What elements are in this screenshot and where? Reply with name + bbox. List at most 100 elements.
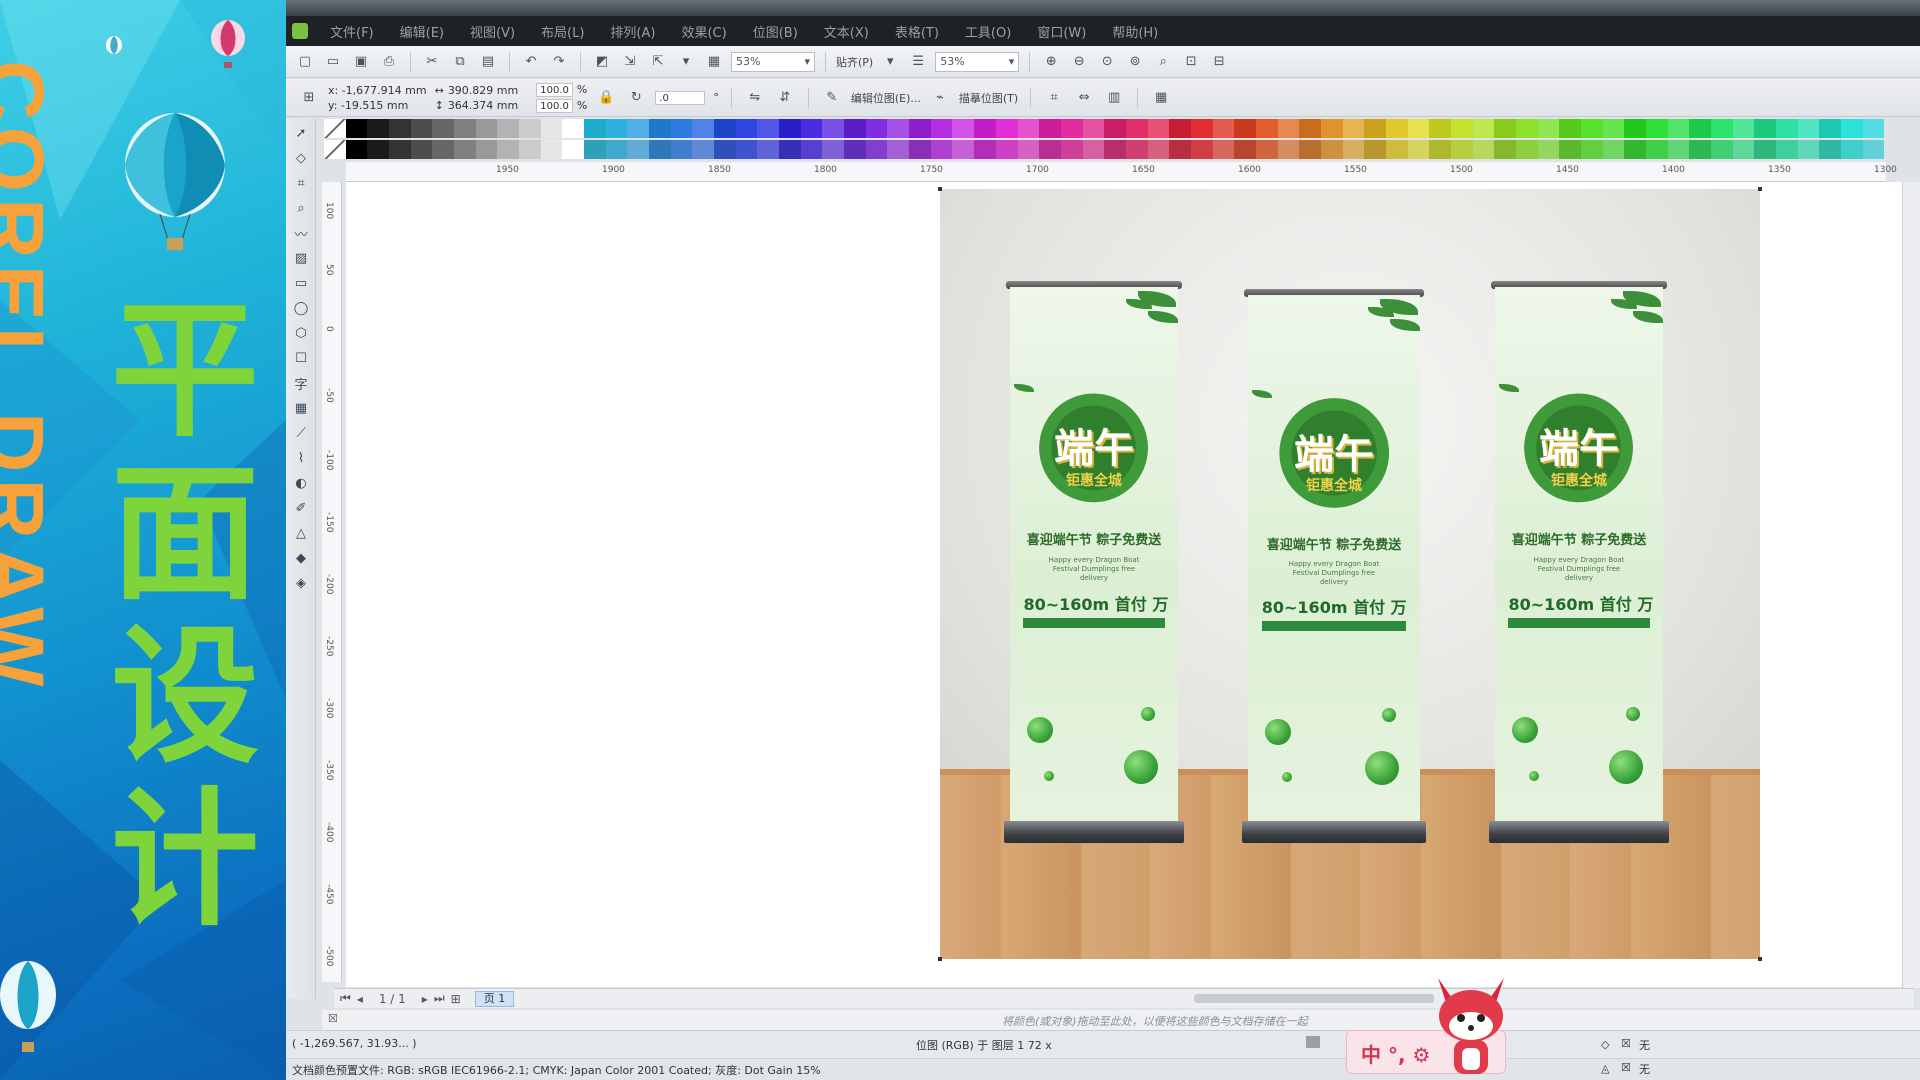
color-swatch[interactable] bbox=[1039, 119, 1061, 138]
basic-shapes-icon[interactable]: ☐ bbox=[290, 347, 312, 369]
color-swatch[interactable] bbox=[1429, 119, 1451, 138]
color-swatch[interactable] bbox=[1255, 140, 1278, 159]
resample-icon[interactable]: ⇔ bbox=[1073, 87, 1095, 109]
welcome-screen-icon[interactable]: ▦ bbox=[703, 51, 725, 73]
redo-icon[interactable]: ↷ bbox=[548, 51, 570, 73]
color-swatch[interactable] bbox=[562, 119, 585, 138]
color-swatch[interactable] bbox=[497, 140, 520, 159]
color-swatch[interactable] bbox=[475, 119, 498, 138]
color-swatch[interactable] bbox=[822, 119, 845, 138]
prev-page-icon[interactable]: ◂ bbox=[357, 992, 363, 1006]
color-swatch[interactable] bbox=[1450, 119, 1473, 138]
menu-edit[interactable]: 编辑(E) bbox=[400, 22, 444, 41]
color-swatch[interactable] bbox=[1082, 140, 1105, 159]
color-swatch[interactable] bbox=[670, 140, 693, 159]
color-swatch[interactable] bbox=[1624, 119, 1646, 138]
mirror-horizontal-icon[interactable]: ⇋ bbox=[744, 87, 766, 109]
color-swatch[interactable] bbox=[1776, 119, 1798, 138]
color-swatch[interactable] bbox=[735, 119, 758, 138]
menu-table[interactable]: 表格(T) bbox=[895, 22, 939, 41]
color-swatch[interactable] bbox=[865, 140, 888, 159]
pick-tool-icon[interactable]: ➚ bbox=[290, 122, 312, 144]
height-field[interactable]: 364.374 mm bbox=[448, 99, 518, 112]
drawing-canvas[interactable]: 端午 钜惠全城 喜迎端午节 粽子免费送 Happy every Dragon Boat… bbox=[346, 182, 1906, 987]
color-swatch[interactable] bbox=[822, 140, 845, 159]
color-swatch[interactable] bbox=[714, 119, 736, 138]
color-swatch[interactable] bbox=[540, 140, 563, 159]
trace-bitmap-button[interactable]: 描摹位图(T) bbox=[959, 90, 1018, 106]
zoom-all-icon[interactable]: ⊚ bbox=[1124, 51, 1146, 73]
color-swatch[interactable] bbox=[692, 140, 715, 159]
color-swatch[interactable] bbox=[995, 119, 1018, 138]
rotate-icon[interactable]: ↻ bbox=[625, 87, 647, 109]
lock-ratio-icon[interactable]: 🔒 bbox=[595, 87, 617, 109]
color-swatch[interactable] bbox=[497, 119, 520, 138]
color-swatch[interactable] bbox=[1450, 140, 1473, 159]
zoom-out-icon[interactable]: ⊖ bbox=[1068, 51, 1090, 73]
color-swatch[interactable] bbox=[649, 119, 671, 138]
scale-height-field[interactable]: 100.0 bbox=[536, 98, 573, 113]
color-swatch[interactable] bbox=[1841, 119, 1863, 138]
color-profile-info[interactable]: 文档颜色预置文件: RGB: sRGB IEC61966-2.1; CMYK: … bbox=[292, 1062, 821, 1078]
menu-help[interactable]: 帮助(H) bbox=[1112, 22, 1158, 41]
color-swatch[interactable] bbox=[692, 119, 715, 138]
color-swatch[interactable] bbox=[1277, 119, 1300, 138]
color-swatch[interactable] bbox=[1407, 119, 1430, 138]
connector-tool-icon[interactable]: ⌇ bbox=[290, 447, 312, 469]
selection-handle[interactable] bbox=[938, 957, 942, 961]
color-swatch[interactable] bbox=[1645, 119, 1668, 138]
color-swatch[interactable] bbox=[1841, 140, 1863, 159]
color-swatch[interactable] bbox=[627, 119, 650, 138]
color-swatch[interactable] bbox=[1125, 140, 1148, 159]
color-swatch[interactable] bbox=[865, 119, 888, 138]
color-swatch[interactable] bbox=[432, 119, 455, 138]
color-swatch[interactable] bbox=[1234, 140, 1256, 159]
zoom-in-icon[interactable]: ⊕ bbox=[1040, 51, 1062, 73]
color-swatch[interactable] bbox=[1299, 119, 1321, 138]
color-swatch[interactable] bbox=[1320, 119, 1343, 138]
color-swatch[interactable] bbox=[1212, 140, 1235, 159]
color-swatch[interactable] bbox=[1515, 119, 1538, 138]
color-swatch[interactable] bbox=[389, 119, 411, 138]
scale-width-field[interactable]: 100.0 bbox=[536, 82, 573, 97]
color-swatch[interactable] bbox=[887, 119, 910, 138]
y-position-field[interactable]: y: -19.515 mm bbox=[328, 99, 408, 112]
color-swatch[interactable] bbox=[367, 140, 390, 159]
color-swatch[interactable] bbox=[930, 119, 953, 138]
zoom-level-select-2[interactable]: 53% ▾ bbox=[935, 51, 1020, 72]
color-swatch[interactable] bbox=[454, 119, 476, 138]
color-swatch[interactable] bbox=[1819, 140, 1842, 159]
add-page-icon[interactable]: ⊞ bbox=[451, 992, 461, 1006]
color-swatch[interactable] bbox=[562, 140, 585, 159]
color-swatch[interactable] bbox=[1255, 119, 1278, 138]
color-swatch[interactable] bbox=[1385, 119, 1408, 138]
color-swatch[interactable] bbox=[952, 140, 975, 159]
color-swatch[interactable] bbox=[1537, 140, 1560, 159]
color-swatch[interactable] bbox=[1689, 140, 1711, 159]
color-swatch[interactable] bbox=[367, 119, 390, 138]
blend-tool-icon[interactable]: ◐ bbox=[290, 472, 312, 494]
vertical-ruler[interactable]: 100 50 0 -50 -100 -150 -200 -250 -300 -350 -400 -45… bbox=[322, 182, 342, 982]
color-swatch[interactable] bbox=[1104, 140, 1126, 159]
color-swatch[interactable] bbox=[1060, 119, 1083, 138]
color-swatch[interactable] bbox=[410, 140, 433, 159]
bitmap-mockup[interactable]: 端午 钜惠全城 喜迎端午节 粽子免费送 Happy every Dragon Boat… bbox=[940, 189, 1760, 959]
shape-tool-icon[interactable]: ◇ bbox=[290, 147, 312, 169]
snap-to-label[interactable]: 贴齐(P) bbox=[836, 54, 873, 70]
color-swatch[interactable] bbox=[1624, 140, 1646, 159]
zoom-selected-icon[interactable]: ⊙ bbox=[1096, 51, 1118, 73]
color-swatch[interactable] bbox=[1732, 119, 1755, 138]
color-swatch[interactable] bbox=[1559, 119, 1581, 138]
color-swatch[interactable] bbox=[540, 119, 563, 138]
vertical-scrollbar[interactable] bbox=[1902, 182, 1920, 988]
color-swatch[interactable] bbox=[1515, 140, 1538, 159]
color-swatch[interactable] bbox=[1862, 119, 1885, 138]
color-swatch[interactable] bbox=[1342, 140, 1365, 159]
color-swatch[interactable] bbox=[1017, 140, 1040, 159]
page-tab[interactable]: 页 1 bbox=[474, 990, 515, 1007]
color-swatch[interactable] bbox=[584, 140, 606, 159]
import-icon[interactable]: ⇲ bbox=[619, 51, 641, 73]
color-swatch[interactable] bbox=[1342, 119, 1365, 138]
selection-handle[interactable] bbox=[938, 187, 942, 191]
color-swatch[interactable] bbox=[779, 119, 801, 138]
